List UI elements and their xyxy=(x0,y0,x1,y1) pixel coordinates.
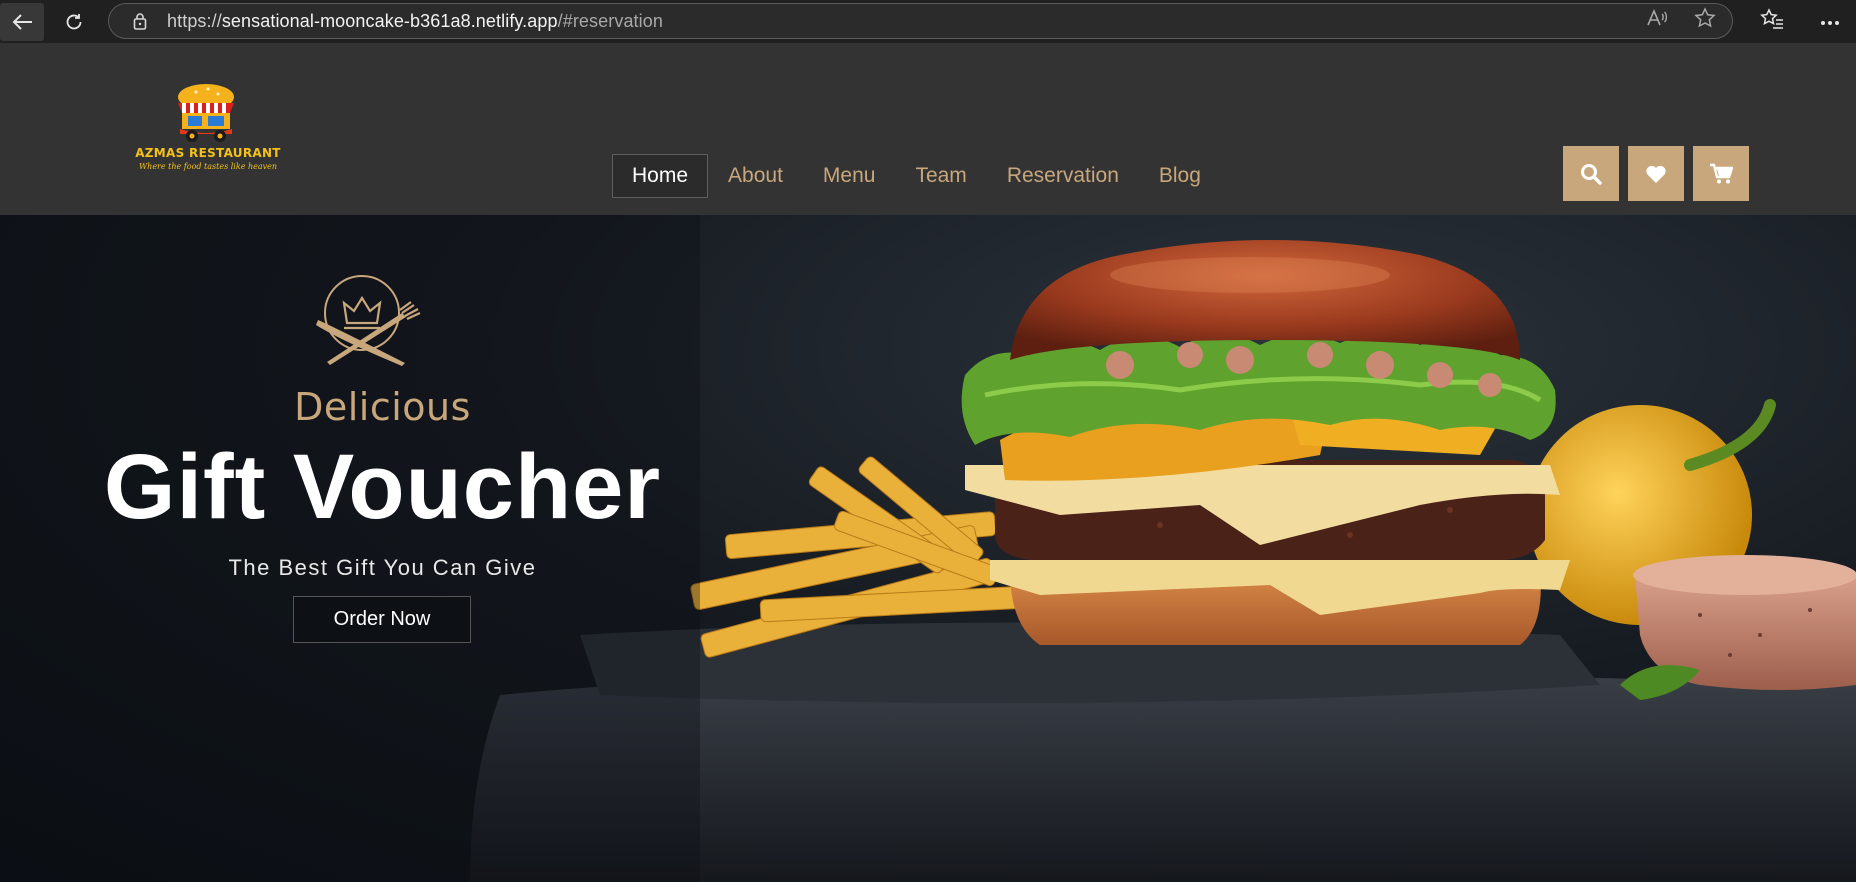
logo-name: AZMAS RESTAURANT xyxy=(135,146,281,160)
favorites-list-icon[interactable] xyxy=(1760,8,1784,35)
favorite-star-icon[interactable] xyxy=(1694,7,1716,34)
nav-about[interactable]: About xyxy=(708,156,803,196)
site-header: AZMAS RESTAURANT Where the food tastes l… xyxy=(0,43,1856,215)
heart-icon xyxy=(1646,165,1666,183)
burger-truck-logo-icon xyxy=(178,84,234,142)
cart-icon xyxy=(1710,163,1733,183)
hero-kicker: Delicious xyxy=(294,385,471,429)
address-bar[interactable]: https://sensational-mooncake-b361a8.netl… xyxy=(108,3,1733,39)
search-icon xyxy=(1581,163,1602,185)
reload-icon xyxy=(66,13,82,29)
nav-menu[interactable]: Menu xyxy=(803,156,896,196)
hero-title: Gift Voucher xyxy=(103,436,662,538)
nav-reservation[interactable]: Reservation xyxy=(987,156,1139,196)
more-options-icon[interactable] xyxy=(1820,13,1840,31)
hero-section: Delicious Gift Voucher The Best Gift You… xyxy=(0,215,1856,882)
read-aloud-icon[interactable] xyxy=(1646,8,1668,33)
search-button[interactable] xyxy=(1563,146,1619,201)
wishlist-button[interactable] xyxy=(1628,146,1684,201)
url-path: /#reservation xyxy=(557,10,663,31)
hero-content: Delicious Gift Voucher The Best Gift You… xyxy=(40,215,725,882)
reload-button[interactable] xyxy=(52,3,96,41)
nav-team[interactable]: Team xyxy=(895,156,986,196)
order-now-button[interactable]: Order Now xyxy=(293,596,471,643)
header-actions xyxy=(1563,146,1749,201)
browser-actions xyxy=(1760,0,1840,43)
hero-subtitle: The Best Gift You Can Give xyxy=(228,555,537,580)
crown-cutlery-emblem-icon xyxy=(316,275,421,366)
arrow-left-icon xyxy=(12,13,32,30)
back-button[interactable] xyxy=(0,2,44,41)
url-text: https://sensational-mooncake-b361a8.netl… xyxy=(167,11,663,32)
url-host: sensational-mooncake-b361a8.netlify.app xyxy=(221,10,558,31)
browser-toolbar: https://sensational-mooncake-b361a8.netl… xyxy=(0,0,1856,43)
main-nav: Home About Menu Team Reservation Blog xyxy=(612,154,1221,198)
restaurant-logo[interactable]: AZMAS RESTAURANT Where the food tastes l… xyxy=(128,83,288,183)
address-actions xyxy=(1646,4,1716,37)
logo-tagline: Where the food tastes like heaven xyxy=(138,162,278,171)
nav-blog[interactable]: Blog xyxy=(1139,156,1221,196)
lock-icon xyxy=(131,11,149,31)
cart-button[interactable] xyxy=(1693,146,1749,201)
url-scheme: https:// xyxy=(167,10,222,31)
nav-home[interactable]: Home xyxy=(612,154,709,198)
